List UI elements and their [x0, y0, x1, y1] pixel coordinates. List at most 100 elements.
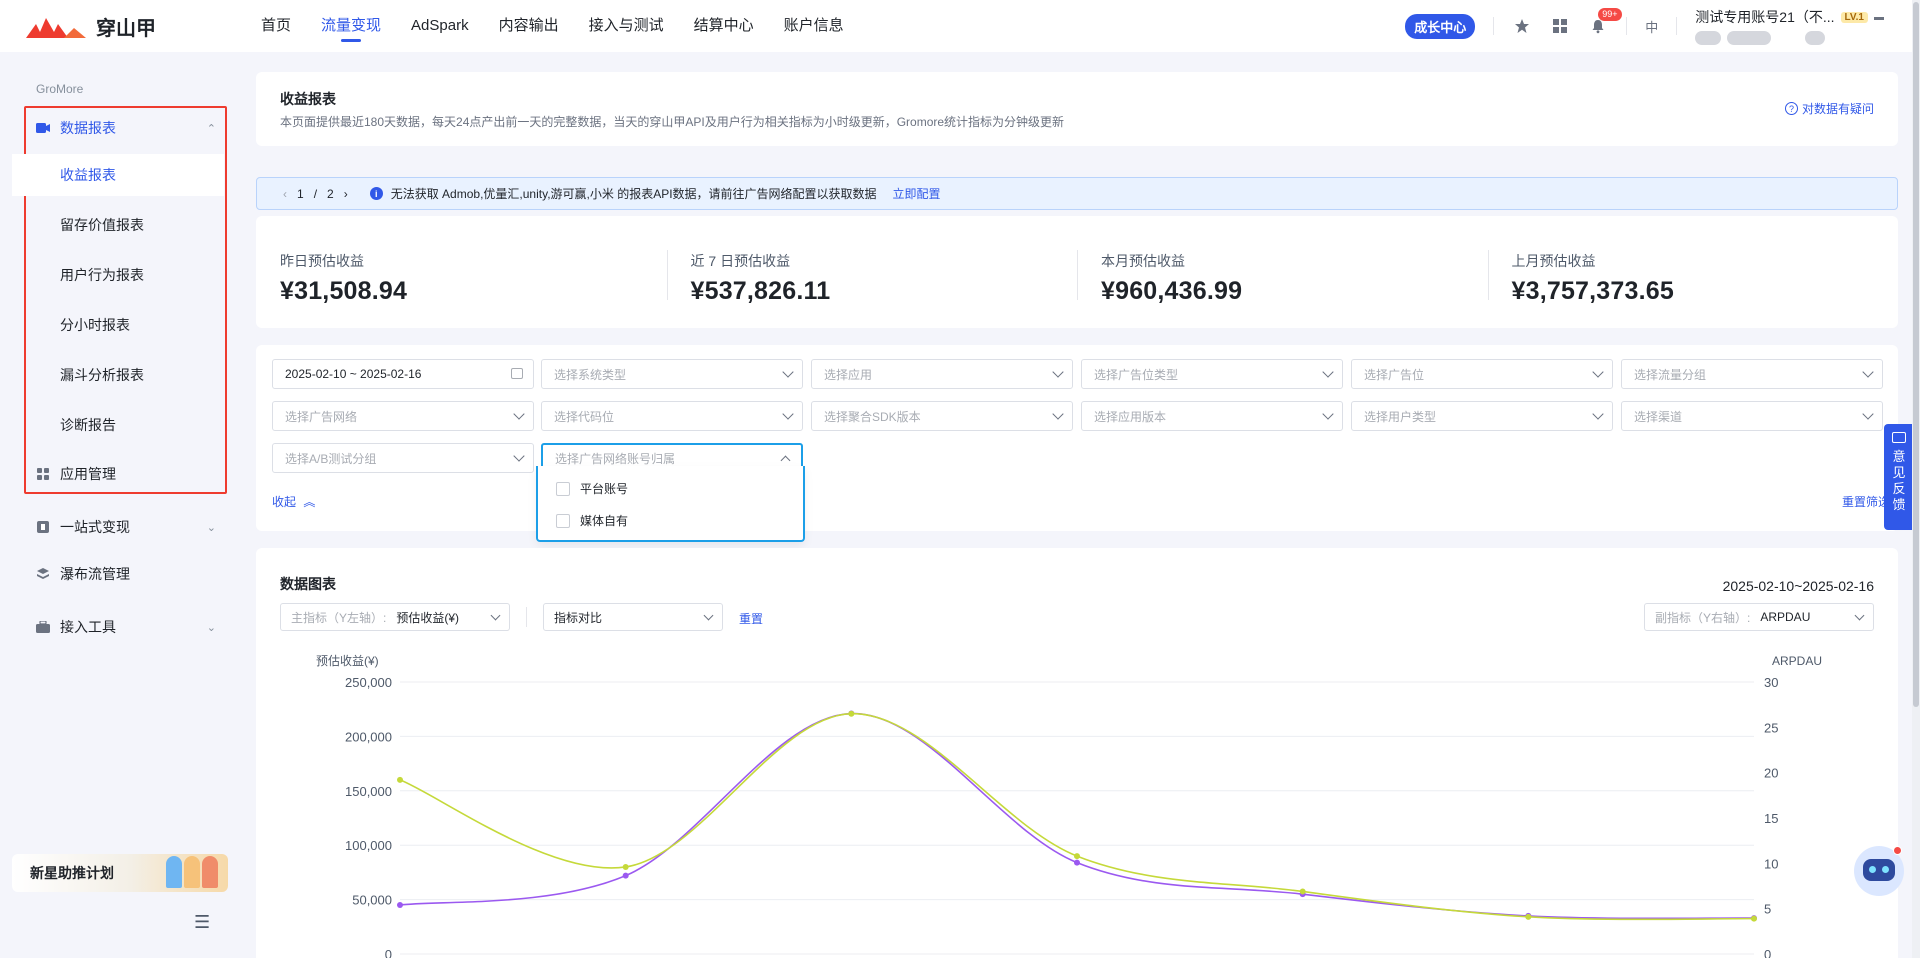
chevron-down-icon — [513, 408, 525, 420]
filter-select[interactable]: 选择A/B测试分组 — [272, 443, 534, 473]
figure-shape — [202, 856, 218, 888]
data-point — [622, 872, 629, 879]
figure-shape — [184, 856, 200, 888]
stat-label: 近 7 日预估收益 — [690, 253, 791, 269]
sidebar-subitem[interactable]: 诊断报告 — [12, 404, 224, 446]
option-platform-account[interactable]: 平台账号 — [556, 480, 628, 497]
promo-illustration — [166, 856, 218, 888]
data-question-link[interactable]: ? 对数据有疑问 — [1784, 100, 1874, 117]
robot-notification-dot — [1893, 846, 1902, 855]
apps-icon[interactable] — [1550, 16, 1570, 36]
info-icon: i — [369, 187, 383, 200]
filter-select[interactable]: 选择广告位 — [1351, 359, 1613, 389]
account-menu[interactable]: 测试专用账号21（不... LV.1 ▬ — [1695, 7, 1884, 45]
nav-item[interactable]: 流量变现 — [306, 0, 396, 52]
option-label: 平台账号 — [580, 482, 629, 496]
y-tick-label: 200,000 — [345, 729, 392, 744]
nav-item[interactable]: 账户信息 — [769, 0, 859, 52]
configure-now-link[interactable]: 立即配置 — [893, 185, 941, 202]
chevron-down-icon — [1592, 366, 1604, 378]
sidebar-item-waterfall-management[interactable]: 瀑布流管理 — [36, 554, 216, 594]
nav-item[interactable]: 首页 — [246, 0, 306, 52]
star-icon[interactable] — [1512, 16, 1532, 36]
nav-item[interactable]: 结算中心 — [679, 0, 769, 52]
page-header-card: 收益报表 本页面提供最近180天数据，每天24点产出前一天的完整数据，当天的穿山… — [256, 72, 1898, 146]
date-range-picker[interactable]: 2025-02-10 ~ 2025-02-16 — [272, 359, 534, 389]
nav-item[interactable]: 接入与测试 — [574, 0, 679, 52]
y-tick-label: 100,000 — [345, 838, 392, 853]
filter-select[interactable]: 选择广告位类型 — [1081, 359, 1343, 389]
select-placeholder: 选择渠道 — [1634, 409, 1683, 424]
filter-select[interactable]: 选择广告网络 — [272, 401, 534, 431]
select-placeholder: 选择广告位 — [1364, 367, 1425, 382]
line-chart: 250,000 200,000 150,000 100,000 50,000 0 30 25 2… — [316, 654, 1822, 958]
feedback-button[interactable]: 意见反馈 — [1884, 424, 1914, 530]
divider — [1626, 17, 1628, 35]
select-placeholder: 选择系统类型 — [554, 367, 627, 382]
stat-value: ¥31,508.94 — [280, 277, 408, 305]
collapse-filters-button[interactable]: 收起 ︽ — [272, 493, 315, 510]
nav-item[interactable]: AdSpark — [396, 0, 484, 52]
chevron-down-icon: ⌄ — [206, 521, 216, 534]
promo-banner[interactable]: 新星助推计划 — [12, 854, 228, 892]
sidebar-subitem[interactable]: 收益报表 — [12, 154, 224, 196]
filter-select[interactable]: 选择代码位 — [541, 401, 803, 431]
toolbox-icon — [36, 620, 50, 634]
select-placeholder: 选择广告位类型 — [1094, 367, 1179, 382]
sidebar-item-one-stop-monetization[interactable]: 一站式变现 ⌄ — [36, 507, 216, 547]
filter-select[interactable]: 选择系统类型 — [541, 359, 803, 389]
brand-name: 穿山甲 — [96, 18, 156, 40]
notice-bar: ‹ 1 / 2 › i 无法获取 Admob,优量汇,unity,游可赢,小米 … — [256, 177, 1898, 210]
top-right-actions: 成长中心 99+ 中 测试专用账号21（不... LV.1 ▬ — [1405, 0, 1884, 52]
double-chevron-up-icon: ︽ — [303, 495, 316, 509]
blurred-text — [1805, 31, 1826, 45]
prev-page-icon[interactable]: ‹ — [283, 187, 287, 201]
sidebar-item-app-management[interactable]: 应用管理 — [36, 454, 216, 494]
sidebar-subitem[interactable]: 用户行为报表 — [12, 254, 224, 296]
language-switch[interactable]: 中 — [1645, 17, 1658, 36]
sidebar-subitem[interactable]: 留存价值报表 — [12, 204, 224, 246]
reset-filters-button[interactable]: 重置筛选 — [1842, 493, 1890, 510]
sidebar-subitem[interactable]: 分小时报表 — [12, 304, 224, 346]
grid-icon — [36, 467, 50, 481]
top-navigation-bar: 穿山甲 首页 流量变现 AdSpark 内容输出 接入与测试 结算中心 账户信息 成长中心 … — [0, 0, 1920, 52]
chevron-up-icon: ⌃ — [206, 122, 216, 135]
filter-select[interactable]: 选择聚合SDK版本 — [811, 401, 1073, 431]
y2-tick-label: 0 — [1764, 947, 1771, 958]
data-point — [397, 776, 403, 783]
sidebar-subitem[interactable]: 漏斗分析报表 — [12, 354, 224, 396]
y-tick-label: 0 — [385, 947, 392, 958]
sidebar-item-access-tools[interactable]: 接入工具 ⌄ — [36, 607, 216, 647]
stat-block: 上月预估收益 ¥3,757,373.65 — [1487, 216, 1899, 328]
scrollbar-thumb[interactable] — [1913, 2, 1919, 707]
checkbox[interactable] — [556, 481, 570, 496]
assistant-robot-icon[interactable] — [1854, 846, 1904, 896]
account-name-row: 测试专用账号21（不... LV.1 ▬ — [1695, 7, 1884, 27]
bell-icon[interactable]: 99+ — [1588, 8, 1622, 36]
filters-card: 2025-02-10 ~ 2025-02-16 选择系统类型 选择应用 选择广告位类… — [256, 345, 1898, 531]
chevron-down-icon — [1862, 408, 1874, 420]
pager-current: 1 — [297, 186, 304, 201]
nav-item[interactable]: 内容输出 — [484, 0, 574, 52]
checkbox[interactable] — [556, 513, 570, 528]
pangolin-logo-icon — [26, 17, 86, 38]
filter-select[interactable]: 选择应用 — [811, 359, 1073, 389]
chevron-down-icon — [1052, 408, 1064, 420]
y2-tick-label: 30 — [1764, 675, 1778, 690]
page-title: 收益报表 — [280, 91, 336, 107]
filter-select[interactable]: 选择用户类型 — [1351, 401, 1613, 431]
filter-select[interactable]: 选择渠道 — [1621, 401, 1883, 431]
sidebar: GroMore 数据报表 ⌃ 收益报表 留存价值报表 用户行为报表 分小时报表 漏斗分析… — [0, 52, 236, 958]
sidebar-item-label: 一站式变现 — [60, 519, 130, 535]
sidebar-collapse-icon[interactable]: ☰ — [194, 912, 210, 933]
growth-center-button[interactable]: 成长中心 — [1405, 13, 1476, 39]
filter-select[interactable]: 选择应用版本 — [1081, 401, 1343, 431]
next-page-icon[interactable]: › — [344, 187, 348, 201]
blurred-text — [1727, 31, 1772, 45]
chevron-down-icon: ▬ — [1874, 11, 1884, 23]
option-media-owned[interactable]: 媒体自有 — [556, 512, 628, 529]
chevron-down-icon — [782, 366, 794, 378]
filter-select[interactable]: 选择流量分组 — [1621, 359, 1883, 389]
sidebar-item-data-reports[interactable]: 数据报表 ⌃ — [36, 108, 216, 148]
brand-logo[interactable]: 穿山甲 — [24, 12, 156, 41]
